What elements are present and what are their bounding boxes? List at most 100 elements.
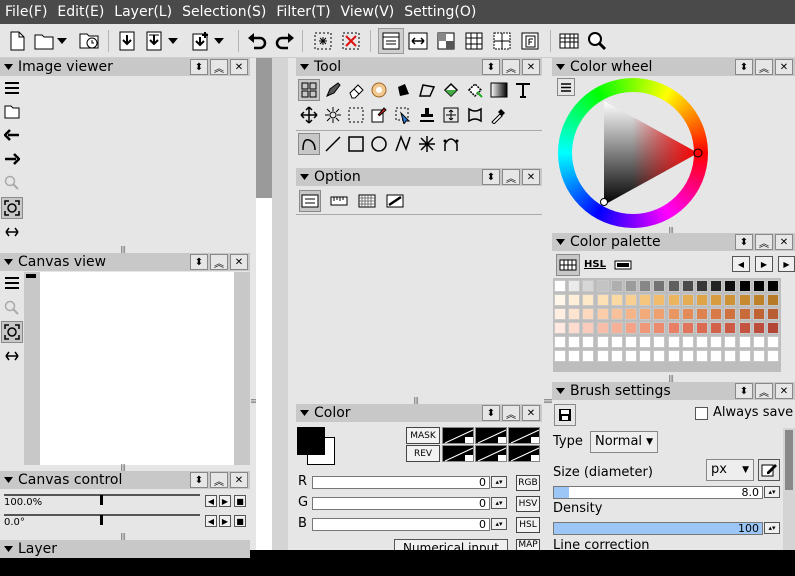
recent-files-icon[interactable]: [76, 28, 102, 54]
palette-swatch[interactable]: [610, 336, 623, 348]
palette-swatch[interactable]: [610, 350, 623, 362]
palette-swatch[interactable]: [681, 350, 694, 362]
palette-swatch[interactable]: [625, 350, 637, 362]
bucket-tool-icon[interactable]: [440, 79, 462, 101]
palette-swatch[interactable]: [724, 350, 737, 362]
green-spin-icon[interactable]: ▴▾: [491, 497, 507, 509]
mask-button[interactable]: MASK: [406, 427, 440, 444]
redo-icon[interactable]: [272, 28, 298, 54]
palette-swatch[interactable]: [710, 322, 723, 334]
green-slider[interactable]: 0: [312, 497, 490, 510]
frame-icon[interactable]: [517, 28, 543, 54]
detach-icon[interactable]: ︽: [755, 234, 773, 250]
palette-swatch[interactable]: [653, 336, 666, 348]
palette-swatch[interactable]: [653, 294, 666, 306]
transform-tool-icon[interactable]: [440, 104, 462, 126]
new-file-icon[interactable]: [4, 28, 30, 54]
collapse-icon[interactable]: [0, 253, 16, 271]
close-icon[interactable]: ✕: [775, 59, 793, 75]
palette-swatch[interactable]: [696, 308, 708, 320]
menu-layer[interactable]: Layer(L): [109, 0, 177, 24]
palette-swatch[interactable]: [667, 294, 680, 306]
palette-swatch[interactable]: [667, 280, 680, 292]
export-dropdown-icon[interactable]: [212, 28, 226, 54]
fit-view-icon[interactable]: [1, 197, 23, 219]
palette-swatch[interactable]: [625, 308, 637, 320]
size-unit-select[interactable]: px ▼: [706, 459, 754, 481]
palette-swatch[interactable]: [568, 280, 581, 292]
rgb-mode-button[interactable]: RGB: [516, 475, 540, 491]
move-icon[interactable]: ⬍: [190, 59, 208, 75]
palette-swatch[interactable]: [568, 308, 581, 320]
palette-swatch[interactable]: [667, 308, 680, 320]
option-ruler-icon[interactable]: [328, 190, 350, 212]
close-icon[interactable]: ✕: [230, 59, 248, 75]
gradient-tool-icon[interactable]: [488, 79, 510, 101]
palette-swatch[interactable]: [582, 322, 595, 334]
palette-swatch[interactable]: [738, 350, 751, 362]
palette-swatch[interactable]: [625, 294, 637, 306]
palette-swatch[interactable]: [767, 350, 779, 362]
palette-swatch[interactable]: [610, 322, 623, 334]
palette-swatch[interactable]: [724, 336, 737, 348]
collapse-icon[interactable]: [552, 382, 568, 400]
menu-setting[interactable]: Setting(O): [399, 0, 481, 24]
palette-swatch[interactable]: [596, 294, 609, 306]
close-icon[interactable]: ✕: [775, 234, 793, 250]
edit-icon[interactable]: [758, 459, 780, 481]
arrow-right-icon[interactable]: [1, 148, 23, 170]
mask-swatch[interactable]: [475, 427, 507, 444]
palette-swatch[interactable]: [610, 308, 623, 320]
stamp-tool-icon[interactable]: [416, 104, 438, 126]
palette-swatch[interactable]: [710, 336, 723, 348]
detach-icon[interactable]: ︽: [502, 59, 520, 75]
canvas-area[interactable]: [256, 198, 272, 550]
palette-swatch[interactable]: [767, 280, 779, 292]
move-tool-icon[interactable]: [298, 104, 320, 126]
palette-more-icon[interactable]: ▶: [778, 256, 795, 272]
palette-swatch[interactable]: [710, 294, 723, 306]
palette-swatch[interactable]: [752, 308, 765, 320]
step-back-icon[interactable]: ◀: [205, 515, 217, 527]
detach-icon[interactable]: ︽: [755, 59, 773, 75]
zoom-slider-handle[interactable]: [100, 495, 103, 505]
palette-swatch[interactable]: [653, 350, 666, 362]
collapse-icon[interactable]: [552, 58, 568, 76]
size-slider[interactable]: 8.0: [553, 486, 763, 499]
palette-swatch[interactable]: [554, 350, 566, 362]
palette-swatch[interactable]: [752, 350, 765, 362]
palette-swatch[interactable]: [639, 336, 652, 348]
step-back-icon[interactable]: ◀: [205, 495, 217, 507]
canvas-grid-icon[interactable]: [556, 28, 582, 54]
move-icon[interactable]: ⬍: [735, 383, 753, 399]
palette-swatch[interactable]: [738, 280, 751, 292]
lasso-tool-icon[interactable]: [368, 104, 390, 126]
brush-type-select[interactable]: Normal ▼: [590, 431, 658, 453]
palette-swatch[interactable]: [639, 350, 652, 362]
palette-prev-icon[interactable]: ◀: [732, 256, 750, 272]
reset-icon[interactable]: ■: [234, 515, 246, 527]
palette-swatch[interactable]: [681, 322, 694, 334]
palette-swatch[interactable]: [710, 308, 723, 320]
polyline-icon[interactable]: [392, 133, 414, 155]
color-wheel[interactable]: [558, 78, 708, 228]
palette-swatch[interactable]: [696, 322, 708, 334]
palette-swatch[interactable]: [625, 336, 637, 348]
palette-swatch[interactable]: [724, 322, 737, 334]
palette-swatch[interactable]: [596, 280, 609, 292]
palette-swatch[interactable]: [653, 280, 666, 292]
close-icon[interactable]: ✕: [230, 472, 248, 488]
palette-swatch[interactable]: [639, 280, 652, 292]
palette-swatch[interactable]: [625, 322, 637, 334]
pen-tool-icon[interactable]: [322, 79, 344, 101]
mask-swatch[interactable]: [442, 427, 474, 444]
warp-tool-icon[interactable]: [464, 104, 486, 126]
brush-scrollbar-thumb[interactable]: [785, 430, 793, 490]
rev-button[interactable]: REV: [406, 445, 440, 462]
palette-swatch[interactable]: [681, 336, 694, 348]
menu-selection[interactable]: Selection(S): [177, 0, 271, 24]
mask-swatch[interactable]: [442, 445, 474, 462]
save-as-icon[interactable]: [142, 28, 168, 54]
text-tool-icon[interactable]: [512, 79, 534, 101]
move-icon[interactable]: ⬍: [190, 472, 208, 488]
